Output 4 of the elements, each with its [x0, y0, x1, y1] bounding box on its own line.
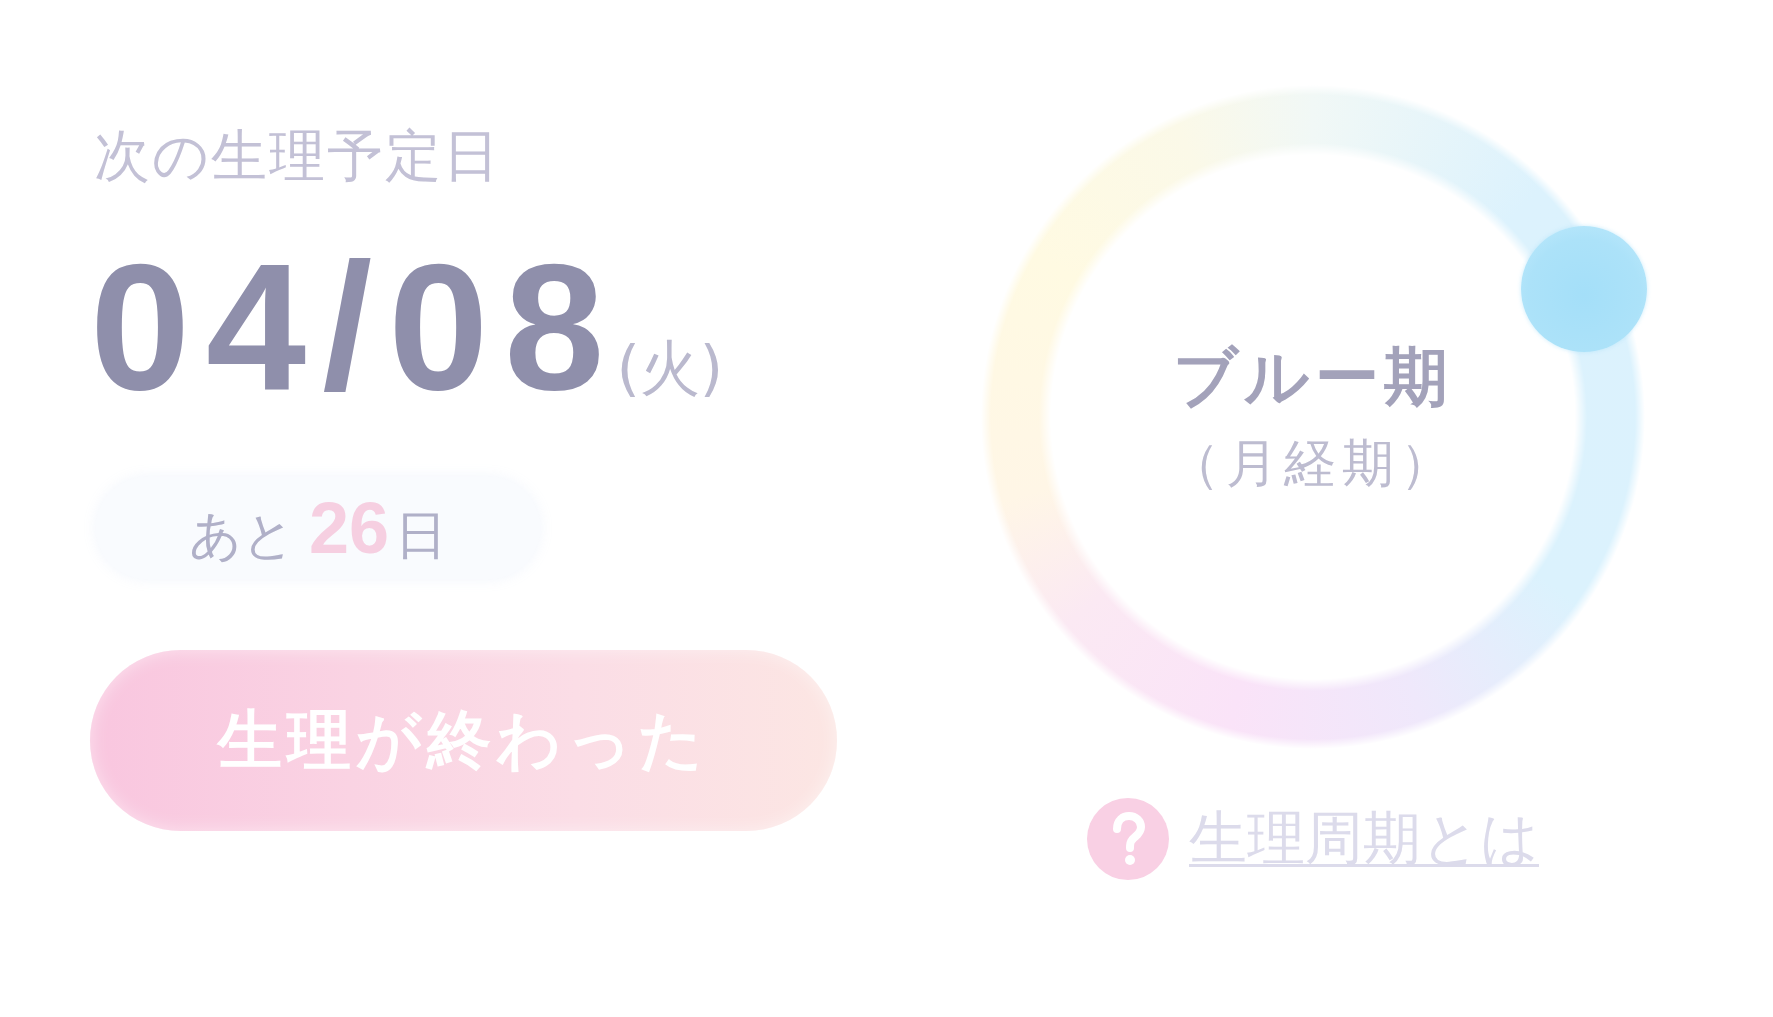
phase-note: （月経期）: [1168, 432, 1458, 495]
phase-name: ブルー期: [1173, 339, 1453, 417]
next-period-label: 次の生理予定日: [94, 122, 501, 190]
help-icon[interactable]: [1087, 798, 1169, 880]
